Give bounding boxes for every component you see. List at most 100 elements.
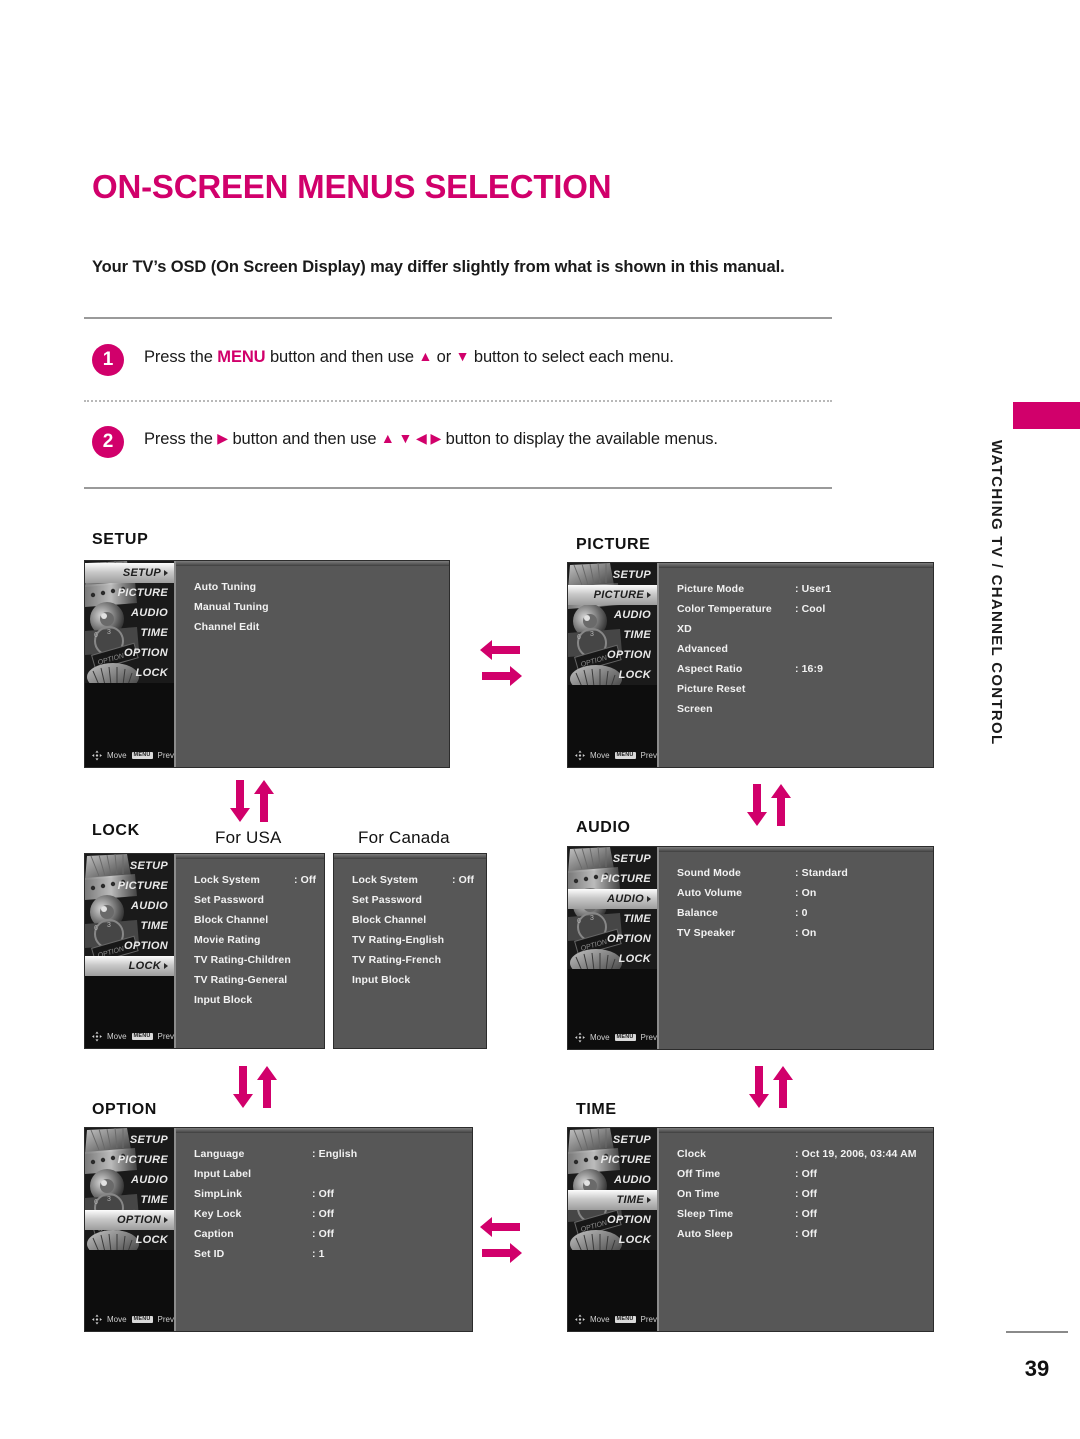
osd-menu-row[interactable]: Manual Tuning <box>194 597 449 617</box>
osd-sidebar-item-option[interactable]: OPTION <box>85 1210 174 1230</box>
menu-button-chip[interactable]: MENU <box>614 1315 636 1324</box>
osd-menu-row[interactable]: Block Channel <box>194 910 324 930</box>
osd-menu-row[interactable]: Balance: 0 <box>677 903 933 923</box>
osd-menu-row[interactable]: Language: English <box>194 1144 472 1164</box>
osd-menu-row-value: : Off <box>795 1168 818 1180</box>
osd-sidebar-item-picture[interactable]: PICTURE <box>85 583 174 603</box>
osd-sidebar-item-audio[interactable]: AUDIO <box>568 889 657 909</box>
osd-sidebar-item-option[interactable]: OPTION <box>85 936 174 956</box>
osd-menu-row[interactable]: Set ID: 1 <box>194 1244 472 1264</box>
osd-menu-row[interactable]: Block Channel <box>352 910 486 930</box>
osd-sidebar-item-lock[interactable]: LOCK <box>568 665 657 685</box>
osd-menu-row[interactable]: Key Lock: Off <box>194 1204 472 1224</box>
osd-sidebar-item-label: LOCK <box>618 669 651 681</box>
osd-menu-row[interactable]: Color Temperature: Cool <box>677 599 933 619</box>
osd-menu-row[interactable]: SimpLink: Off <box>194 1184 472 1204</box>
osd-menu-row[interactable]: Movie Rating <box>194 930 324 950</box>
osd-sidebar-item-option[interactable]: OPTION <box>568 929 657 949</box>
osd-menu-row[interactable]: Lock System: Off <box>352 870 486 890</box>
osd-menu-row[interactable]: Picture Mode: User1 <box>677 579 933 599</box>
osd-sidebar-item-setup[interactable]: SETUP <box>85 563 174 583</box>
osd-sidebar-item-setup[interactable]: SETUP <box>568 1130 657 1150</box>
osd-sidebar-item-label: SETUP <box>129 860 168 872</box>
osd-sidebar-item-time[interactable]: TIME <box>85 623 174 643</box>
osd-sidebar-item-lock[interactable]: LOCK <box>568 1230 657 1250</box>
osd-sidebar-item-lock[interactable]: LOCK <box>85 1230 174 1250</box>
osd-sidebar-item-audio[interactable]: AUDIO <box>568 1170 657 1190</box>
direction-pad-icons: ▲ ▼ ◀ ▶ <box>380 430 442 446</box>
osd-menu-row[interactable]: TV Rating-Children <box>194 950 324 970</box>
osd-menu-row-label: Set Password <box>194 894 265 906</box>
osd-menu-row[interactable]: Input Block <box>194 990 324 1010</box>
osd-sidebar-item-time[interactable]: TIME <box>568 625 657 645</box>
osd-menu-row[interactable]: Sleep Time: Off <box>677 1204 933 1224</box>
osd-menu-row[interactable]: TV Rating-General <box>194 970 324 990</box>
osd-menu-row[interactable]: Lock System: Off <box>194 870 324 890</box>
osd-menu-row[interactable]: TV Rating-English <box>352 930 486 950</box>
osd-sidebar-item-audio[interactable]: AUDIO <box>85 1170 174 1190</box>
osd-menu-row[interactable]: Clock: Oct 19, 2006, 03:44 AM <box>677 1144 933 1164</box>
step-1-pre: Press the <box>144 348 218 366</box>
osd-menu-row[interactable]: Channel Edit <box>194 617 449 637</box>
osd-menu-row[interactable]: Caption: Off <box>194 1224 472 1244</box>
osd-sidebar-item-setup[interactable]: SETUP <box>568 849 657 869</box>
menu-button-chip[interactable]: MENU <box>131 1315 153 1324</box>
osd-menu-row[interactable]: TV Speaker: On <box>677 923 933 943</box>
osd-footer-move-label: Move <box>589 751 610 760</box>
osd-footer-prev-label: Prev <box>157 751 174 760</box>
osd-sidebar-item-option[interactable]: OPTION <box>568 1210 657 1230</box>
osd-sidebar-list: SETUP PICTURE AUDIO TIME OPTION LOCK <box>85 854 174 976</box>
osd-panel-lock-canada: Lock System: Off Set Password Block Channe… <box>333 853 487 1049</box>
osd-menu-row[interactable]: Input Label <box>194 1164 472 1184</box>
osd-menu-row[interactable]: TV Rating-French <box>352 950 486 970</box>
osd-sidebar-item-setup[interactable]: SETUP <box>85 1130 174 1150</box>
osd-menu-row[interactable]: Aspect Ratio: 16:9 <box>677 659 933 679</box>
osd-menu-row[interactable]: Set Password <box>194 890 324 910</box>
osd-sidebar-item-option[interactable]: OPTION <box>568 645 657 665</box>
osd-sidebar-item-setup[interactable]: SETUP <box>568 565 657 585</box>
osd-sidebar-item-label: LOCK <box>128 960 161 972</box>
menu-button-chip[interactable]: MENU <box>131 1032 153 1041</box>
osd-sidebar-item-picture[interactable]: PICTURE <box>568 585 657 605</box>
page-number: 39 <box>1024 1356 1050 1381</box>
osd-menu-row[interactable]: Picture Reset <box>677 679 933 699</box>
osd-footer-prev-label: Prev <box>157 1315 174 1324</box>
osd-sidebar-item-audio[interactable]: AUDIO <box>85 896 174 916</box>
osd-sidebar-item-audio[interactable]: AUDIO <box>85 603 174 623</box>
osd-sidebar-item-label: AUDIO <box>614 609 651 621</box>
osd-sidebar-item-lock[interactable]: LOCK <box>568 949 657 969</box>
osd-menu-row[interactable]: XD <box>677 619 933 639</box>
step-1-badge: 1 <box>92 344 124 376</box>
osd-sidebar-item-lock[interactable]: LOCK <box>85 956 174 976</box>
osd-menu-row[interactable]: Advanced <box>677 639 933 659</box>
osd-menu-row-value: : Off <box>312 1188 335 1200</box>
step-2-mid: button and then use <box>227 430 381 448</box>
osd-sidebar-item-lock[interactable]: LOCK <box>85 663 174 683</box>
osd-menu-row[interactable]: Auto Volume: On <box>677 883 933 903</box>
step-1-mid2: or <box>432 348 456 366</box>
osd-sidebar-item-time[interactable]: TIME <box>85 916 174 936</box>
osd-sidebar-item-audio[interactable]: AUDIO <box>568 605 657 625</box>
osd-menu-row[interactable]: Auto Sleep: Off <box>677 1224 933 1244</box>
osd-sidebar-item-picture[interactable]: PICTURE <box>85 1150 174 1170</box>
osd-menu-row[interactable]: Set Password <box>352 890 486 910</box>
osd-sidebar-item-setup[interactable]: SETUP <box>85 856 174 876</box>
osd-sidebar-item-option[interactable]: OPTION <box>85 643 174 663</box>
osd-sidebar-item-time[interactable]: TIME <box>568 1190 657 1210</box>
osd-sidebar-item-time[interactable]: TIME <box>568 909 657 929</box>
osd-menu-row[interactable]: Sound Mode: Standard <box>677 863 933 883</box>
osd-menu-row[interactable]: Off Time: Off <box>677 1164 933 1184</box>
menu-button-chip[interactable]: MENU <box>614 751 636 760</box>
menu-button-chip[interactable]: MENU <box>614 1033 636 1042</box>
osd-sidebar-item-picture[interactable]: PICTURE <box>568 1150 657 1170</box>
osd-menu-row[interactable]: Screen <box>677 699 933 719</box>
osd-menu-row[interactable]: On Time: Off <box>677 1184 933 1204</box>
osd-menu-row[interactable]: Auto Tuning <box>194 577 449 597</box>
osd-sidebar-item-picture[interactable]: PICTURE <box>85 876 174 896</box>
menu-button-chip[interactable]: MENU <box>131 751 153 760</box>
osd-sidebar-item-picture[interactable]: PICTURE <box>568 869 657 889</box>
osd-menu-row[interactable]: Input Block <box>352 970 486 990</box>
osd-sidebar-item-time[interactable]: TIME <box>85 1190 174 1210</box>
osd-content: Picture Mode: User1 Color Temperature: Co… <box>659 563 933 767</box>
osd-menu-row-label: Language <box>194 1148 245 1160</box>
